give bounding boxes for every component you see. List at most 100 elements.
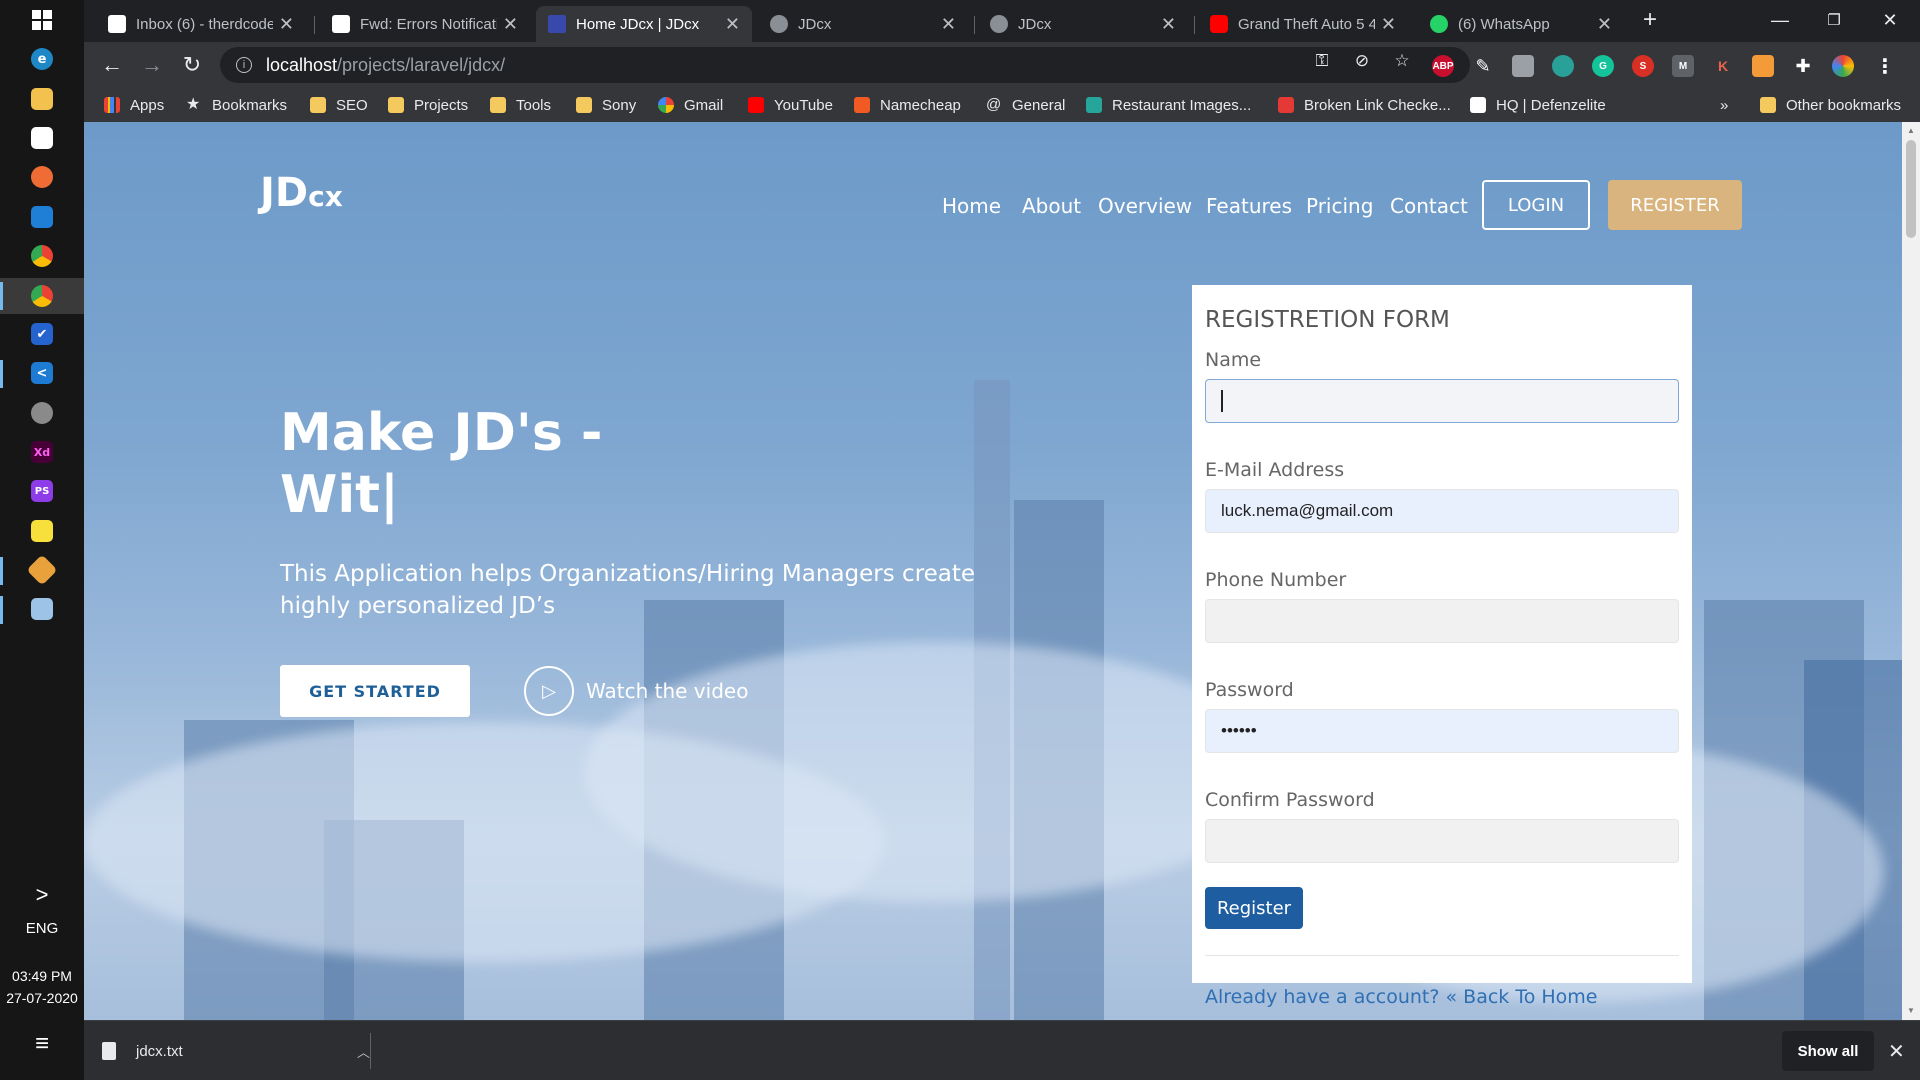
mail-icon[interactable]: [26, 201, 58, 233]
bookmarks-overflow-button[interactable]: »: [1720, 94, 1728, 116]
k-extension-icon[interactable]: K: [1712, 55, 1734, 77]
reload-button[interactable]: ↻: [176, 49, 208, 81]
tab-whatsapp[interactable]: (6) WhatsApp ✕: [1418, 6, 1624, 42]
new-tab-button[interactable]: +: [1630, 4, 1670, 36]
address-bar[interactable]: i localhost /projects/laravel/jdcx/: [220, 47, 1470, 83]
back-button[interactable]: ←: [96, 49, 128, 81]
forward-button[interactable]: →: [136, 49, 168, 81]
name-field[interactable]: [1205, 379, 1679, 423]
grammarly-icon[interactable]: G: [1592, 55, 1614, 77]
bookmark-broken-link-checker[interactable]: Broken Link Checke...: [1278, 94, 1451, 116]
bookmark-other-bookmarks[interactable]: Other bookmarks: [1760, 94, 1901, 116]
tab-gmail-errors[interactable]: Fwd: Errors Notificatio ✕: [320, 6, 530, 42]
close-icon[interactable]: ✕: [503, 14, 518, 35]
close-icon[interactable]: ✕: [1381, 14, 1396, 35]
todo-icon[interactable]: ✔: [26, 318, 58, 350]
phone-field[interactable]: [1205, 599, 1679, 643]
key-icon[interactable]: ⚿: [1312, 51, 1332, 71]
react-devtools-icon[interactable]: [1552, 55, 1574, 77]
bookmark-gmail[interactable]: Gmail: [658, 94, 723, 116]
bookmark-seo[interactable]: SEO: [310, 94, 368, 116]
nav-features[interactable]: Features: [1206, 194, 1292, 218]
download-item[interactable]: jdcx.txt ︿: [102, 1031, 370, 1071]
window-close-button[interactable]: ✕: [1870, 4, 1910, 36]
honey-icon[interactable]: [1752, 55, 1774, 77]
get-started-button[interactable]: GET STARTED: [280, 665, 470, 717]
profile-avatar[interactable]: [1832, 55, 1854, 77]
windows-start-icon[interactable]: [26, 4, 58, 36]
medium-icon[interactable]: M: [1672, 55, 1694, 77]
chrome-canary-icon[interactable]: [26, 240, 58, 272]
database-icon[interactable]: [26, 397, 58, 429]
seo-extension-icon[interactable]: S: [1632, 55, 1654, 77]
bookmark-bookmarks[interactable]: ★ Bookmarks: [186, 94, 287, 116]
bookmark-namecheap[interactable]: Namecheap: [854, 94, 961, 116]
scroll-up-arrow[interactable]: ▲: [1906, 126, 1916, 135]
vscode-icon[interactable]: <: [26, 357, 58, 389]
password-field[interactable]: ••••••: [1205, 709, 1679, 753]
notes-app-icon[interactable]: [26, 593, 58, 625]
tab-jdcx-3[interactable]: JDcx ✕: [978, 6, 1188, 42]
bookmark-restaurant-images[interactable]: Restaurant Images...: [1086, 94, 1251, 116]
nav-overview[interactable]: Overview: [1098, 194, 1192, 218]
scrollbar-thumb[interactable]: [1906, 140, 1916, 238]
restore-button[interactable]: ❐: [1814, 4, 1854, 36]
page-scrollbar[interactable]: ▲ ▼: [1902, 122, 1920, 1020]
nav-contact[interactable]: Contact: [1390, 194, 1468, 218]
clock-date[interactable]: 27-07-2020: [0, 990, 84, 1006]
store-icon[interactable]: [26, 122, 58, 154]
bookmark-youtube[interactable]: YouTube: [748, 94, 833, 116]
register-submit-button[interactable]: Register: [1205, 887, 1303, 929]
show-all-downloads-button[interactable]: Show all: [1782, 1031, 1874, 1071]
star-bookmark-icon[interactable]: ☆: [1392, 51, 1412, 71]
edge-icon[interactable]: e: [26, 43, 58, 75]
bookmark-sony[interactable]: Sony: [576, 94, 636, 116]
login-button[interactable]: LOGIN: [1482, 180, 1590, 230]
email-field[interactable]: luck.nema@gmail.com: [1205, 489, 1679, 533]
close-icon[interactable]: ✕: [1888, 1039, 1905, 1064]
bookmark-general[interactable]: @ General: [986, 94, 1065, 116]
adobe-xd-icon[interactable]: Xd: [26, 436, 58, 468]
clock-time[interactable]: 03:49 PM: [0, 968, 84, 984]
close-icon[interactable]: ✕: [279, 14, 294, 35]
close-icon[interactable]: ✕: [941, 14, 956, 35]
nav-home[interactable]: Home: [942, 194, 1001, 218]
tab-gmail-inbox[interactable]: Inbox (6) - therdcode ✕: [96, 6, 306, 42]
chevron-up-icon[interactable]: ︿: [357, 1042, 370, 1061]
close-icon[interactable]: ✕: [725, 14, 740, 35]
tab-youtube-gta[interactable]: Grand Theft Auto 5 4 ✕: [1198, 6, 1408, 42]
minimize-button[interactable]: —: [1760, 4, 1800, 36]
phpstorm-icon[interactable]: PS: [26, 475, 58, 507]
watch-video-link[interactable]: ▷ Watch the video: [524, 665, 748, 717]
show-hidden-icons[interactable]: >: [0, 882, 84, 908]
close-icon[interactable]: ✕: [1597, 14, 1612, 35]
eye-off-icon[interactable]: ⊘: [1352, 51, 1372, 71]
bookmark-defenzelite[interactable]: HQ | Defenzelite: [1470, 94, 1606, 116]
chrome-menu-icon[interactable]: ⋮: [1874, 55, 1896, 78]
back-to-home-link[interactable]: Already have a account? « Back To Home: [1205, 986, 1679, 1008]
extensions-puzzle-icon[interactable]: ✚: [1792, 55, 1814, 77]
confirm-password-field[interactable]: [1205, 819, 1679, 863]
close-icon[interactable]: ✕: [1161, 14, 1176, 35]
postman-icon[interactable]: [26, 161, 58, 193]
site-logo[interactable]: JDcx: [260, 170, 343, 216]
bookmark-projects[interactable]: Projects: [388, 94, 468, 116]
adblock-plus-icon[interactable]: ABP: [1432, 55, 1454, 77]
bookmark-tools[interactable]: Tools: [490, 94, 551, 116]
file-explorer-icon[interactable]: [26, 83, 58, 115]
nav-about[interactable]: About: [1022, 194, 1081, 218]
sticky-notes-icon[interactable]: [26, 515, 58, 547]
bookmark-apps[interactable]: Apps: [104, 94, 164, 116]
chrome-icon[interactable]: [0, 278, 84, 314]
camera-icon[interactable]: [1512, 55, 1534, 77]
site-info-icon[interactable]: i: [236, 57, 252, 73]
tab-jdcx-home[interactable]: Home JDcx | JDcx ✕: [536, 6, 752, 42]
language-indicator[interactable]: ENG: [0, 920, 84, 937]
scroll-down-arrow[interactable]: ▼: [1906, 1006, 1916, 1015]
register-nav-button[interactable]: REGISTER: [1608, 180, 1742, 230]
pen-tool-icon[interactable]: ✎: [1472, 55, 1494, 77]
nav-pricing[interactable]: Pricing: [1306, 194, 1373, 218]
tab-jdcx-2[interactable]: JDcx ✕: [758, 6, 968, 42]
git-icon[interactable]: [26, 554, 58, 586]
notification-center-icon[interactable]: ≡: [0, 1030, 84, 1058]
